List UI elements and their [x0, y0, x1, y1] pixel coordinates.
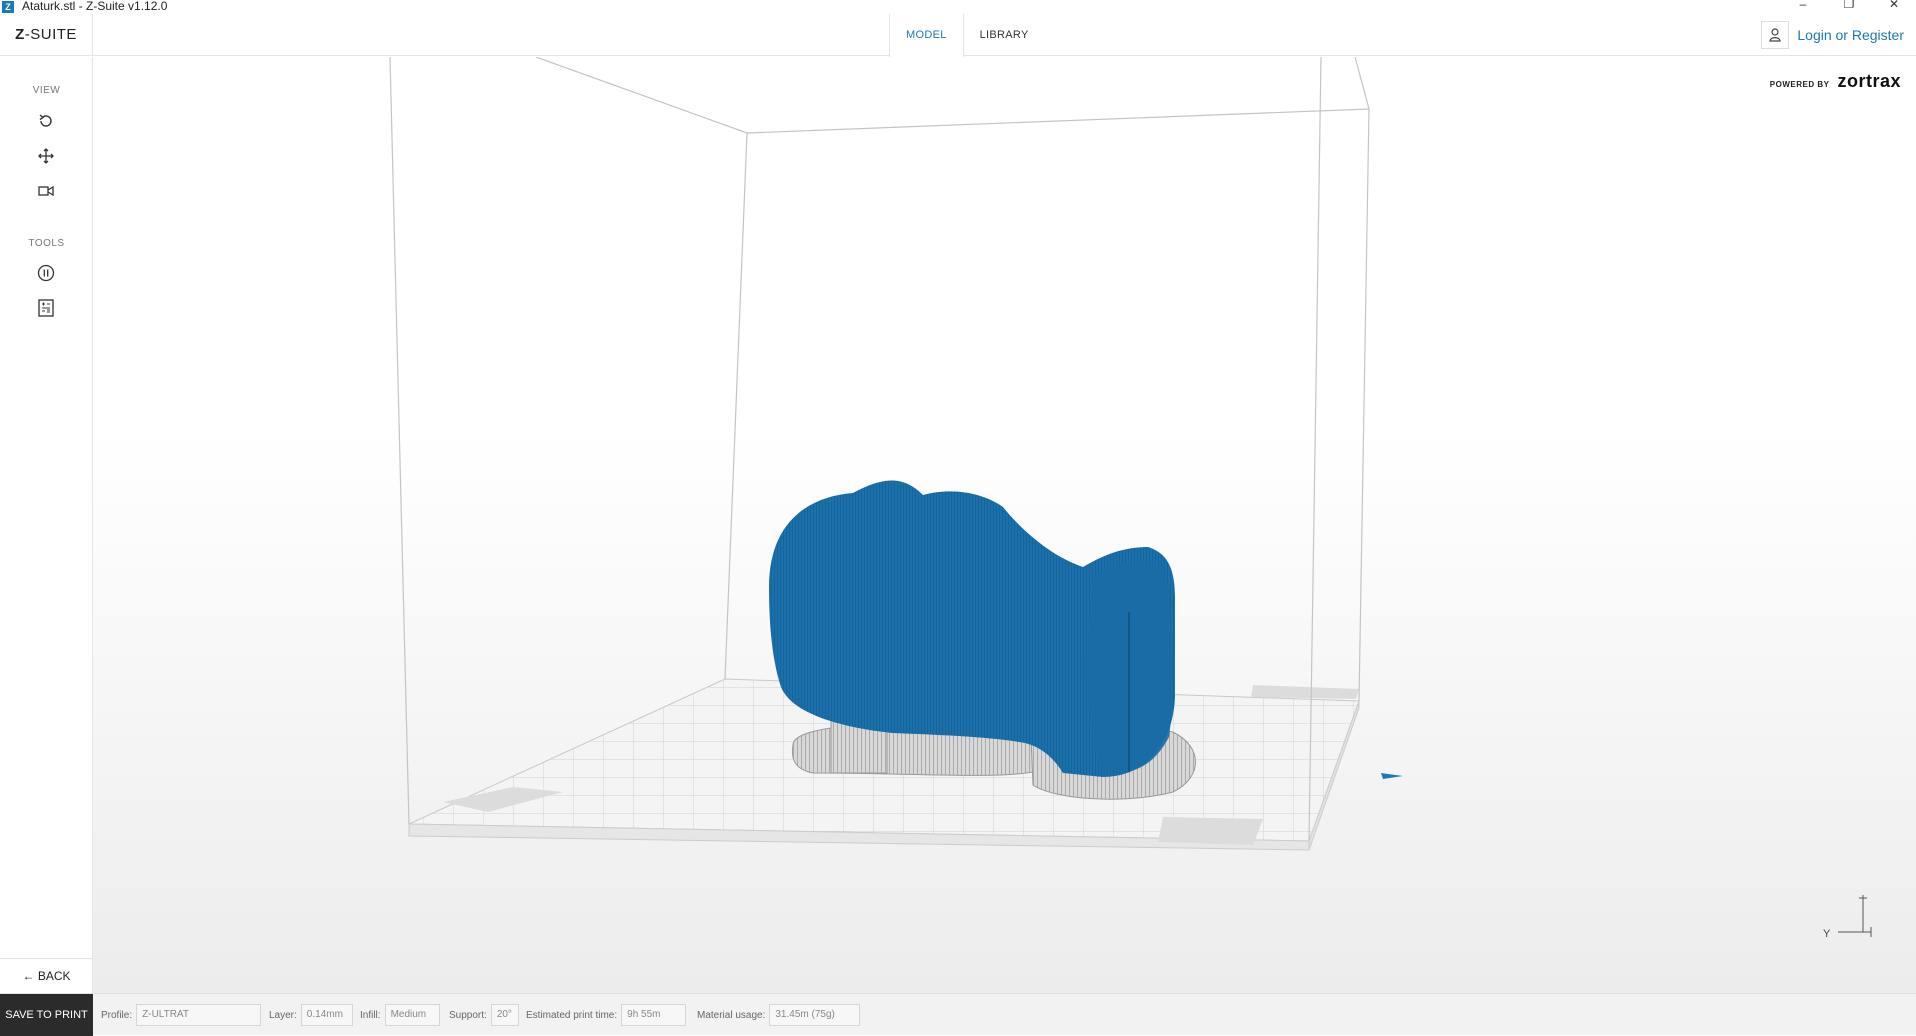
main-tabs: MODEL LIBRARY [889, 14, 1045, 57]
print-time-value: 9h 55m [621, 1004, 687, 1026]
camera-icon[interactable] [31, 178, 61, 204]
status-bar: SAVE TO PRINT Profile: Z-ULTRAT Layer: 0… [0, 993, 1916, 1036]
view-section-label: VIEW [32, 85, 61, 96]
login-register-link[interactable]: Login or Register [1797, 27, 1904, 43]
window-title: Ataturk.stl - Z-Suite v1.12.0 [22, 0, 168, 13]
left-toolbar: VIEW TOOLS ← BACK [0, 57, 93, 993]
rotate-icon[interactable] [31, 108, 61, 134]
close-button[interactable]: ✕ [1874, 0, 1914, 14]
app-header: Z-SUITE MODEL LIBRARY Login or Register [0, 14, 1916, 57]
profile-field: Profile: Z-ULTRAT [101, 1004, 262, 1026]
3d-viewport[interactable]: POWERED BY zortrax Y [93, 57, 1916, 993]
direction-arrow-icon [1381, 773, 1403, 779]
back-button[interactable]: ← BACK [0, 958, 93, 992]
move-icon[interactable] [31, 143, 61, 169]
material-usage-field: Material usage: 31.45m (75g) [697, 1004, 861, 1026]
infill-field: Infill: Medium [360, 1004, 440, 1026]
infill-value[interactable]: Medium [384, 1004, 440, 1026]
save-to-print-button[interactable]: SAVE TO PRINT [0, 994, 93, 1036]
print-time-field: Estimated print time: 9h 55m [526, 1004, 687, 1026]
login-area[interactable]: Login or Register [1761, 21, 1904, 49]
axis-y-label: Y [1823, 928, 1831, 940]
arrow-left-icon: ← [22, 969, 35, 983]
pause-layer-icon[interactable] [31, 260, 61, 286]
minimize-button[interactable]: – [1783, 0, 1823, 14]
support-field: Support: 20° [449, 1004, 519, 1026]
calculator-icon[interactable] [31, 295, 61, 321]
layer-field: Layer: 0.14mm [269, 1004, 353, 1026]
support-value[interactable]: 20° [490, 1004, 519, 1026]
brand-logo: Z-SUITE [0, 14, 93, 56]
tab-model[interactable]: MODEL [889, 14, 964, 57]
window-title-bar: Z Ataturk.stl - Z-Suite v1.12.0 – ❐ ✕ [0, 0, 1916, 14]
layer-value[interactable]: 0.14mm [300, 1004, 353, 1026]
scene-canvas[interactable]: Y [93, 57, 1916, 993]
tools-section-label: TOOLS [28, 238, 65, 249]
app-icon: Z [2, 1, 14, 13]
user-icon[interactable] [1761, 21, 1790, 49]
axis-gizmo [1838, 895, 1872, 937]
maximize-button[interactable]: ❐ [1829, 0, 1869, 14]
material-usage-value: 31.45m (75g) [769, 1004, 861, 1026]
profile-value[interactable]: Z-ULTRAT [136, 1004, 262, 1026]
tab-library[interactable]: LIBRARY [964, 14, 1045, 56]
